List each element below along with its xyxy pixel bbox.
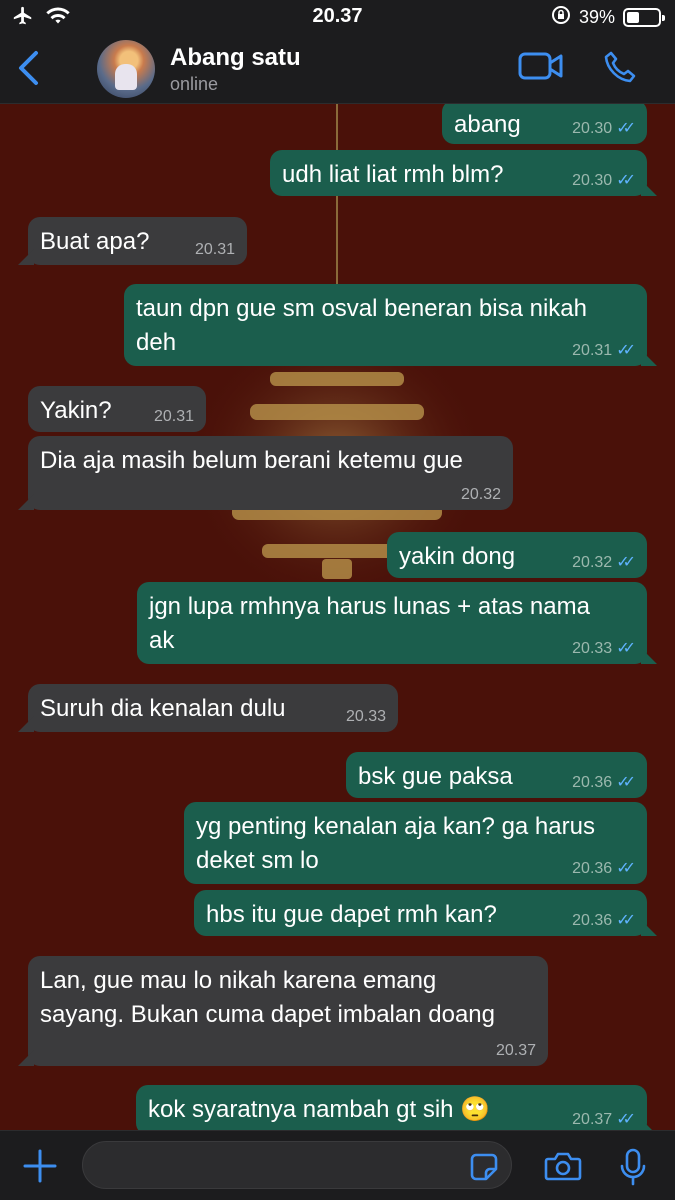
message-time: 20.33 — [345, 708, 386, 725]
message-time: 20.33 — [572, 640, 613, 657]
message-bubble-out[interactable]: yg penting kenalan aja kan? ga harus dek… — [184, 802, 647, 884]
message-text: taun dpn gue sm osval beneran bisa nikah… — [136, 295, 587, 356]
read-ticks-icon: ✓✓ — [616, 120, 636, 137]
avatar[interactable] — [97, 40, 155, 98]
video-call-icon[interactable] — [518, 51, 564, 86]
message-bubble-in[interactable]: Buat apa? 20.31 — [18, 217, 247, 265]
read-ticks-icon: ✓✓ — [616, 1111, 636, 1128]
message-bubble-out[interactable]: bsk gue paksa 20.36 ✓✓ — [346, 752, 647, 798]
contact-name[interactable]: Abang satu — [170, 44, 301, 72]
message-time: 20.30 — [572, 120, 613, 137]
message-time: 20.36 — [572, 860, 613, 877]
message-bubble-out[interactable]: taun dpn gue sm osval beneran bisa nikah… — [124, 284, 657, 366]
message-bubble-in[interactable]: Suruh dia kenalan dulu 20.33 — [18, 684, 398, 732]
top-bar: 20.37 39% Abang satu online — [0, 0, 675, 104]
message-text: Lan, gue mau lo nikah karena emang sayan… — [40, 967, 495, 1028]
message-time: 20.31 — [153, 408, 194, 425]
read-ticks-icon: ✓✓ — [616, 860, 636, 877]
message-bubble-out[interactable]: hbs itu gue dapet rmh kan? 20.36 ✓✓ — [194, 890, 657, 936]
message-input[interactable] — [82, 1141, 512, 1189]
message-text: Suruh dia kenalan dulu — [40, 695, 286, 722]
message-time: 20.32 — [572, 554, 613, 571]
message-bubble-out[interactable]: jgn lupa rmhnya harus lunas + atas nama … — [137, 582, 657, 664]
back-chevron-icon[interactable] — [16, 50, 40, 91]
read-ticks-icon: ✓✓ — [616, 172, 636, 189]
message-time: 20.36 — [572, 774, 613, 791]
battery-icon — [623, 8, 665, 27]
chat-header: Abang satu online — [0, 34, 675, 104]
phone-icon[interactable] — [603, 50, 637, 89]
read-ticks-icon: ✓✓ — [616, 912, 636, 929]
read-ticks-icon: ✓✓ — [616, 554, 636, 571]
camera-icon[interactable] — [544, 1150, 582, 1187]
message-text: kok syaratnya nambah gt sih 🙄 — [148, 1096, 491, 1123]
message-time: 20.37 — [495, 1042, 536, 1059]
message-time: 20.32 — [460, 486, 501, 503]
message-bubble-out[interactable]: abang 20.30 ✓✓ — [442, 104, 647, 144]
plus-icon[interactable] — [22, 1148, 58, 1189]
status-bar: 20.37 39% — [0, 0, 675, 34]
input-bar — [0, 1130, 675, 1200]
message-bubble-in[interactable]: Yakin? 20.31 — [28, 386, 206, 432]
message-bubble-in[interactable]: Dia aja masih belum berani ketemu gue 20… — [18, 436, 513, 510]
message-time: 20.30 — [572, 172, 613, 189]
message-text: jgn lupa rmhnya harus lunas + atas nama … — [149, 593, 590, 654]
sticker-icon[interactable] — [470, 1153, 498, 1186]
contact-status: online — [170, 74, 219, 94]
message-bubble-in[interactable]: Lan, gue mau lo nikah karena emang sayan… — [18, 956, 548, 1066]
message-time: 20.36 — [572, 912, 613, 929]
read-ticks-icon: ✓✓ — [616, 774, 636, 791]
chat-area[interactable]: abang 20.30 ✓✓ udh liat liat rmh blm? 20.… — [0, 104, 675, 1130]
microphone-icon[interactable] — [620, 1148, 646, 1191]
message-text: Dia aja masih belum berani ketemu gue — [40, 447, 463, 474]
battery-percent: 39% — [578, 7, 615, 27]
message-text: yg penting kenalan aja kan? ga harus dek… — [196, 813, 595, 874]
message-time: 20.37 — [572, 1111, 613, 1128]
message-time: 20.31 — [572, 342, 613, 359]
message-bubble-out[interactable]: yakin dong 20.32 ✓✓ — [387, 532, 647, 578]
message-time: 20.31 — [194, 241, 235, 258]
message-bubble-out[interactable]: kok syaratnya nambah gt sih 🙄 20.37 ✓✓ — [136, 1085, 657, 1130]
chat-screen: 20.37 39% Abang satu online abang 20.30 … — [0, 0, 675, 1200]
read-ticks-icon: ✓✓ — [616, 640, 636, 657]
message-bubble-out[interactable]: udh liat liat rmh blm? 20.30 ✓✓ — [270, 150, 657, 196]
rotation-lock-icon — [551, 5, 571, 30]
message-text: hbs itu gue dapet rmh kan? — [206, 901, 497, 928]
read-ticks-icon: ✓✓ — [616, 342, 636, 359]
